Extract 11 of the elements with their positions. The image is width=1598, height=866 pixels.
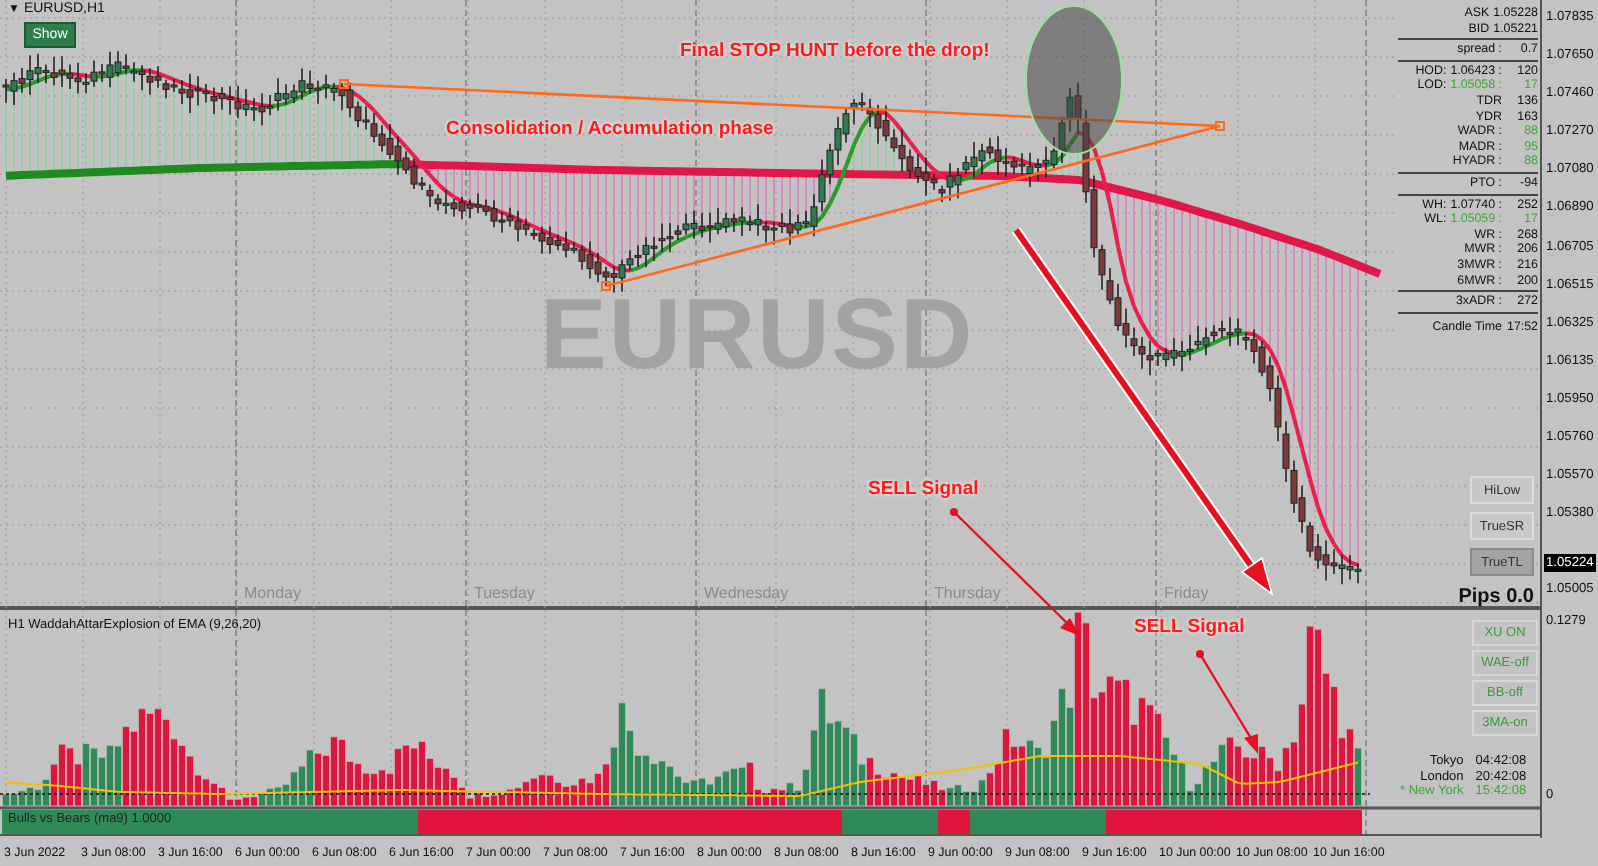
annotation-text: SELL Signal bbox=[868, 478, 979, 500]
pips-readout: Pips 0.0 bbox=[1458, 586, 1534, 608]
arrow bbox=[1196, 650, 1258, 754]
day-label: Thursday bbox=[934, 584, 1003, 602]
day-label: Monday bbox=[244, 584, 303, 602]
annotation-text: Consolidation / Accumulation phase bbox=[446, 118, 774, 140]
day-label: Wednesday bbox=[704, 584, 791, 602]
day-label: Friday bbox=[1164, 584, 1211, 602]
annotation-text: SELL Signal bbox=[1134, 616, 1245, 638]
annotation-text: Final STOP HUNT before the drop! bbox=[680, 40, 990, 62]
day-label: Tuesday bbox=[474, 584, 537, 602]
